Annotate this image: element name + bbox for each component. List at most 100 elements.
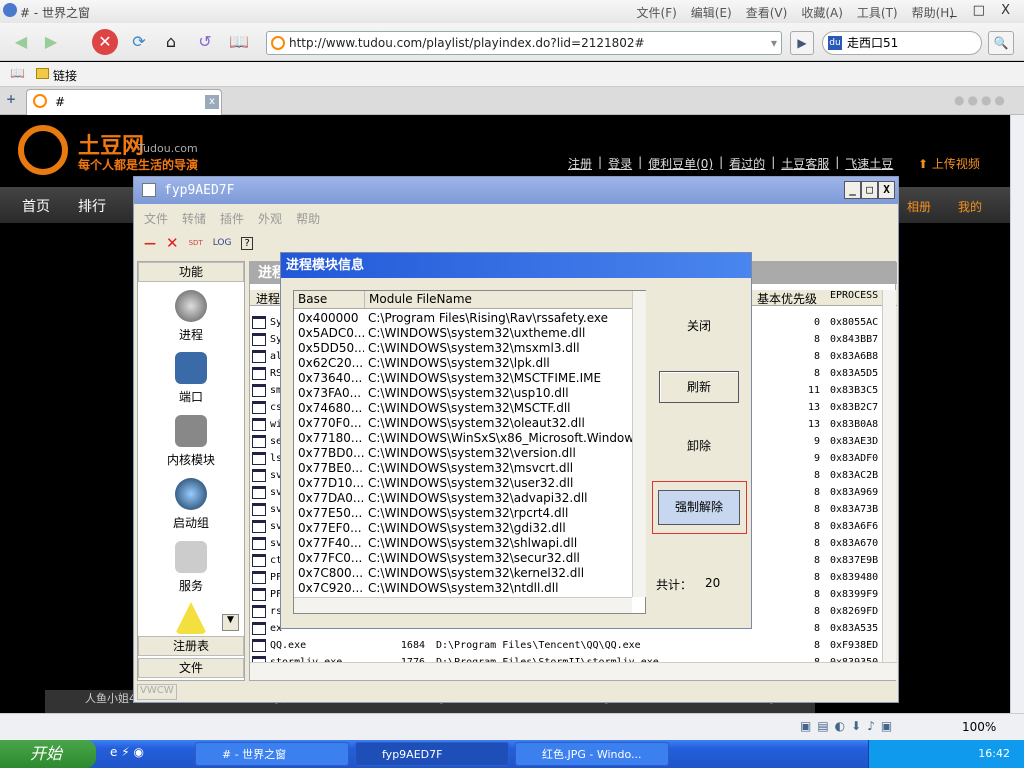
- scroll-down-button[interactable]: ▼: [222, 614, 239, 631]
- nav-mine[interactable]: 我的: [958, 198, 982, 215]
- maximize-button[interactable]: □: [861, 181, 878, 199]
- app-menu-dump[interactable]: 转储: [182, 210, 206, 227]
- search-button[interactable]: 🔍: [988, 31, 1014, 55]
- process-vscroll[interactable]: [882, 290, 896, 662]
- nav-rank[interactable]: 排行: [78, 196, 106, 216]
- links-label[interactable]: 链接: [53, 67, 77, 84]
- tab-active[interactable]: # x: [26, 89, 222, 115]
- task-image-viewer[interactable]: 红色.JPG - Windo...: [515, 742, 669, 766]
- window-controls[interactable]: _ □ X: [950, 3, 1016, 18]
- module-row[interactable]: 0x770F0... C:\WINDOWS\system32\oleaut32.d…: [294, 416, 632, 431]
- zoom-level[interactable]: 100%: [962, 720, 996, 734]
- link-fast[interactable]: 飞速土豆: [845, 155, 893, 172]
- menu-file[interactable]: 文件(F): [637, 4, 677, 21]
- go-button[interactable]: ▶: [790, 31, 814, 55]
- search-input[interactable]: du 走西口51: [822, 31, 982, 55]
- app-title-bar[interactable]: fyp9AED7F _ □ X: [134, 177, 898, 204]
- module-row[interactable]: 0x7C800... C:\WINDOWS\system32\kernel32.d…: [294, 566, 632, 581]
- nav-startup[interactable]: 启动组: [138, 478, 244, 531]
- module-vscroll[interactable]: [632, 291, 646, 597]
- module-row[interactable]: 0x73FA0... C:\WINDOWS\system32\usp10.dll: [294, 386, 632, 401]
- module-row[interactable]: 0x77BE0... C:\WINDOWS\system32\msvcrt.dll: [294, 461, 632, 476]
- tudou-logo[interactable]: [18, 125, 68, 175]
- nav-kernel-module[interactable]: 内核模块: [138, 415, 244, 468]
- back-icon[interactable]: ◀: [8, 29, 34, 55]
- menu-edit[interactable]: 编辑(E): [691, 4, 732, 21]
- refresh-icon[interactable]: ⟳: [126, 29, 152, 55]
- module-row[interactable]: 0x77DA0... C:\WINDOWS\system32\advapi32.d…: [294, 491, 632, 506]
- col-eprocess[interactable]: EPROCESS: [830, 290, 878, 301]
- module-row[interactable]: 0x77BD0... C:\WINDOWS\system32\version.dl…: [294, 446, 632, 461]
- help-icon[interactable]: ?: [241, 236, 253, 250]
- nav-file[interactable]: 文件: [138, 658, 244, 678]
- tab-nav-icons[interactable]: ●●●●: [954, 93, 1008, 107]
- menu-help[interactable]: 帮助(H): [912, 4, 954, 21]
- minimize-button[interactable]: _: [844, 181, 861, 199]
- module-row[interactable]: 0x73640... C:\WINDOWS\system32\MSCTFIME.I…: [294, 371, 632, 386]
- module-row[interactable]: 0x77EF0... C:\WINDOWS\system32\gdi32.dll: [294, 521, 632, 536]
- nav-registry[interactable]: 注册表: [138, 636, 244, 656]
- nav-album[interactable]: 相册: [907, 198, 931, 215]
- new-tab-icon[interactable]: +: [6, 92, 16, 106]
- col-priority[interactable]: 基本优先级: [757, 290, 817, 307]
- nav-port[interactable]: 端口: [138, 352, 244, 405]
- task-app[interactable]: fyp9AED7F: [355, 742, 509, 766]
- upload-link[interactable]: ⬆ 上传视频: [918, 155, 980, 172]
- nav-service[interactable]: 服务: [138, 541, 244, 594]
- link-playlist[interactable]: 便利豆单(0): [648, 155, 713, 172]
- col-filename[interactable]: Module FileName: [364, 291, 472, 308]
- quicklaunch-icons[interactable]: e ⚡ ◉: [110, 745, 144, 759]
- address-bar[interactable]: http://www.tudou.com/playlist/playindex.…: [266, 31, 782, 55]
- menu-view[interactable]: 查看(V): [746, 4, 788, 21]
- minus-icon[interactable]: —: [144, 236, 156, 250]
- module-row[interactable]: 0x77E50... C:\WINDOWS\system32\rpcrt4.dll: [294, 506, 632, 521]
- close-dialog-button[interactable]: 关闭: [659, 311, 739, 343]
- app-menu-help[interactable]: 帮助: [296, 210, 320, 227]
- module-row[interactable]: 0x7C920... C:\WINDOWS\system32\ntdll.dll: [294, 581, 632, 596]
- task-browser[interactable]: # - 世界之窗: [195, 742, 349, 766]
- process-hscroll[interactable]: [250, 662, 897, 680]
- module-row[interactable]: 0x5DD50... C:\WINDOWS\system32\msxml3.dll: [294, 341, 632, 356]
- module-row[interactable]: 0x77FC0... C:\WINDOWS\system32\secur32.dl…: [294, 551, 632, 566]
- home-icon[interactable]: ⌂: [158, 29, 184, 55]
- close-tab-icon[interactable]: x: [205, 95, 219, 109]
- sdt-icon[interactable]: SDT: [189, 239, 203, 247]
- module-row[interactable]: 0x77D10... C:\WINDOWS\system32\user32.dll: [294, 476, 632, 491]
- dialog-title[interactable]: 进程模块信息: [281, 253, 751, 278]
- page-scrollbar[interactable]: [1010, 115, 1024, 713]
- col-process[interactable]: 进程: [256, 290, 280, 307]
- unload-button[interactable]: 卸除: [659, 431, 739, 463]
- module-row[interactable]: 0x77180... C:\WINDOWS\WinSxS\x86_Microsof…: [294, 431, 632, 446]
- book-icon[interactable]: 📖: [10, 66, 25, 80]
- app-menu-appearance[interactable]: 外观: [258, 210, 282, 227]
- module-hscroll[interactable]: [294, 597, 632, 613]
- nav-home[interactable]: 首页: [22, 196, 50, 216]
- module-row[interactable]: 0x74680... C:\WINDOWS\system32\MSCTF.dll: [294, 401, 632, 416]
- menu-favorites[interactable]: 收藏(A): [801, 4, 843, 21]
- col-base[interactable]: Base: [298, 291, 327, 308]
- force-unload-button[interactable]: 强制解除: [658, 490, 740, 525]
- log-icon[interactable]: LOG: [213, 238, 232, 248]
- kill-icon[interactable]: ✕: [166, 234, 179, 252]
- menu-tools[interactable]: 工具(T): [857, 4, 898, 21]
- process-row[interactable]: QQ.exe 1684 D:\Program Files\Tencent\QQ\…: [250, 637, 882, 654]
- close-button[interactable]: X: [878, 181, 895, 199]
- app-menu-plugin[interactable]: 插件: [220, 210, 244, 227]
- favorites-icon[interactable]: 📖: [226, 29, 252, 55]
- dropdown-icon[interactable]: ▾: [771, 32, 777, 54]
- module-list[interactable]: Base Module FileName 0x400000 C:\Program …: [293, 290, 646, 614]
- link-register[interactable]: 注册: [568, 155, 592, 172]
- refresh-button[interactable]: 刷新: [659, 371, 739, 403]
- module-row[interactable]: 0x62C20... C:\WINDOWS\system32\lpk.dll: [294, 356, 632, 371]
- link-support[interactable]: 土豆客服: [781, 155, 829, 172]
- status-icons[interactable]: ▣▤◐⬇♪▣: [800, 719, 898, 733]
- link-login[interactable]: 登录: [608, 155, 632, 172]
- forward-icon[interactable]: ▶: [38, 29, 64, 55]
- history-icon[interactable]: ↺: [192, 29, 218, 55]
- start-button[interactable]: 开始: [0, 740, 96, 768]
- stop-icon[interactable]: ✕: [92, 29, 118, 55]
- nav-process[interactable]: 进程: [138, 290, 244, 343]
- module-row[interactable]: 0x77F40... C:\WINDOWS\system32\shlwapi.dl…: [294, 536, 632, 551]
- app-menu-file[interactable]: 文件: [144, 210, 168, 227]
- link-watched[interactable]: 看过的: [729, 155, 765, 172]
